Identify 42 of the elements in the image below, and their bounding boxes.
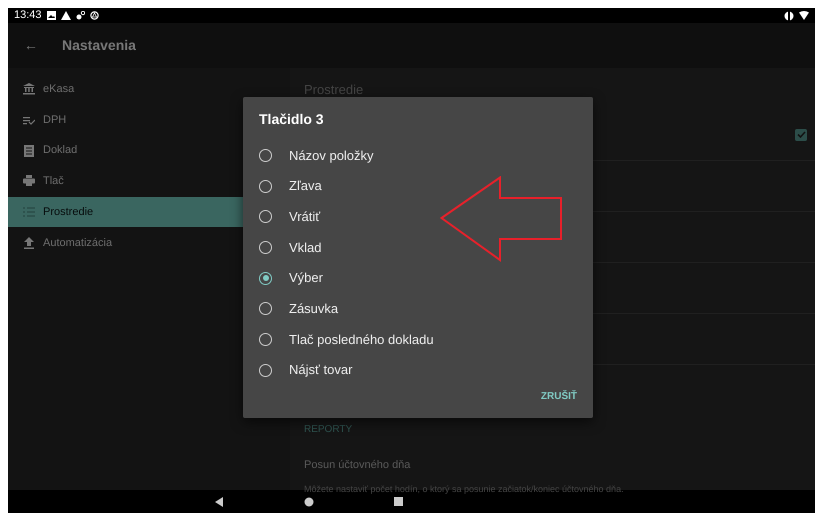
setting-summary: Môžete nastaviť počet hodín, o ktorý sa posunie začiatok/koniec účtovného dňa. — [304, 482, 624, 496]
wifi-icon — [799, 11, 809, 20]
warning-icon — [60, 11, 71, 20]
back-button[interactable]: ← — [24, 35, 38, 56]
option-label[interactable]: Vrátiť — [289, 206, 320, 226]
printer-icon — [23, 175, 35, 188]
radio-button[interactable] — [259, 240, 272, 254]
sidebar-item[interactable]: Tlač — [8, 166, 290, 197]
option-label[interactable]: Vklad — [289, 238, 322, 258]
list-icon — [23, 206, 35, 218]
option-label[interactable]: Tlač posledného dokladu — [289, 330, 434, 350]
home-nav-icon[interactable] — [304, 496, 314, 506]
status-time: 13:43 — [14, 8, 42, 24]
option-label[interactable]: Zásuvka — [289, 299, 338, 319]
radio-button[interactable] — [259, 148, 272, 162]
checkbox[interactable] — [795, 128, 807, 140]
radio-button[interactable] — [259, 364, 272, 377]
radio-button[interactable] — [259, 210, 272, 224]
app-title: Nastavenia — [62, 36, 136, 55]
dialog-title: Tlačidlo 3 — [259, 111, 324, 127]
image-icon — [46, 11, 56, 20]
upload-icon — [23, 236, 35, 249]
option-label[interactable]: Výber — [289, 268, 323, 288]
radio-button[interactable] — [259, 180, 272, 193]
option-label[interactable]: Názov položky — [289, 146, 374, 166]
sidebar-item[interactable]: eKasa — [8, 74, 290, 105]
radio-button[interactable] — [259, 332, 272, 346]
radio-button[interactable] — [259, 272, 272, 285]
option-label[interactable]: Zľava — [289, 176, 322, 196]
radio-button[interactable] — [259, 302, 272, 316]
document-icon — [23, 144, 35, 157]
option-label[interactable]: Nájsť tovar — [289, 360, 352, 380]
sidebar-item[interactable]: Doklad — [8, 135, 290, 166]
data-saver-icon — [784, 10, 794, 20]
sidebar-item[interactable]: Automatizácia — [8, 227, 290, 258]
checklist-icon — [23, 114, 35, 126]
category-header: REPORTY — [303, 422, 352, 436]
back-nav-icon[interactable] — [214, 496, 224, 506]
cancel-button[interactable]: ZRUŠIŤ — [538, 387, 579, 406]
setting-title[interactable]: Posun účtovného dňa — [304, 456, 410, 473]
key-icon — [76, 11, 85, 20]
bank-icon — [23, 83, 35, 96]
